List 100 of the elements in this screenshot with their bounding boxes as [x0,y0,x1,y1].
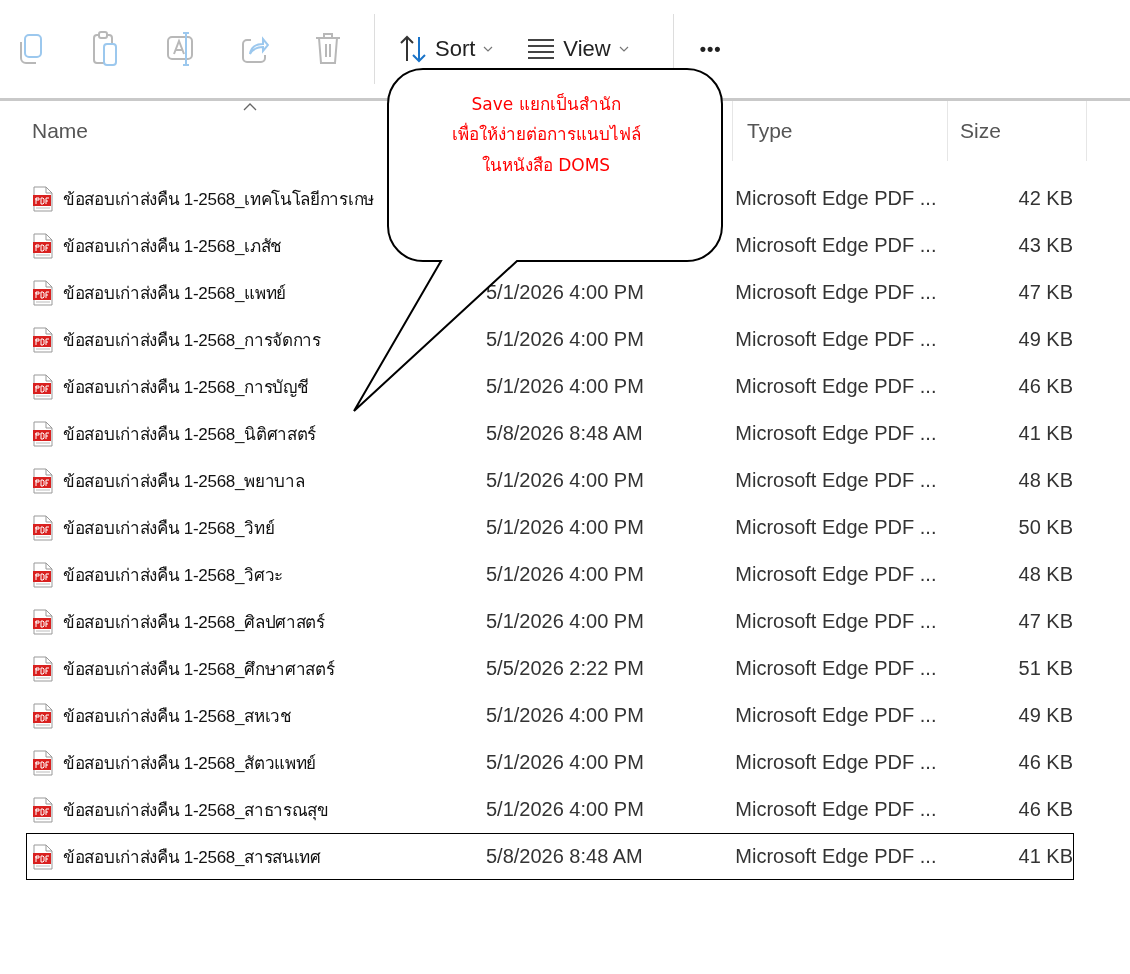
file-name: ข้อสอบเก่าส่งคืน 1-2568_สารสนเทศ [63,847,321,869]
file-type: Microsoft Edge PDF ... [735,469,938,492]
file-name: ข้อสอบเก่าส่งคืน 1-2568_ศิลปศาสตร์ [63,612,325,634]
caret-icon [483,45,494,53]
file-row[interactable]: ข้อสอบเก่าส่งคืน 1-2568_ศิลปศาสตร์ 5/1/2026 4:00 PM Microsoft Edge PDF ... 47 KB [26,598,1074,645]
more-button[interactable]: ••• [687,32,734,66]
file-size: 41 KB [1017,422,1073,445]
file-type: Microsoft Edge PDF ... [735,751,938,774]
pdf-file-icon [33,561,53,588]
file-size: 49 KB [1017,328,1073,351]
file-size: 50 KB [1017,516,1073,539]
file-name: ข้อสอบเก่าส่งคืน 1-2568_เทคโนโลยีการเกษ [63,188,374,211]
pdf-file-icon [33,279,53,306]
file-type: Microsoft Edge PDF ... [735,422,938,445]
pdf-file-icon [33,843,53,870]
file-size: 43 KB [1017,234,1073,257]
file-row[interactable]: ข้อสอบเก่าส่งคืน 1-2568_ศึกษาศาสตร์ 5/5/2026 2:22 PM Microsoft Edge PDF ... 51 KB [26,645,1074,692]
date-modified: 5/8/2026 8:48 AM [485,422,644,445]
file-row[interactable]: ข้อสอบเก่าส่งคืน 1-2568_นิติศาสตร์ 5/8/2026 8:48 AM Microsoft Edge PDF ... 41 KB [26,410,1074,457]
file-name: ข้อสอบเก่าส่งคืน 1-2568_เภสัช [63,236,282,258]
pdf-file-icon [33,467,53,494]
date-modified: 5/1/2026 4:00 PM [485,798,645,821]
file-type: Microsoft Edge PDF ... [735,845,938,868]
file-size: 47 KB [1017,610,1073,633]
file-row[interactable]: ข้อสอบเก่าส่งคืน 1-2568_การจัดการ 5/1/2026 4:00 PM Microsoft Edge PDF ... 49 KB [26,316,1074,363]
file-name: ข้อสอบเก่าส่งคืน 1-2568_สาธารณสุข [63,800,329,823]
date-modified: 5/1/2026 4:00 PM [485,469,645,492]
file-size: 48 KB [1017,563,1073,586]
file-row[interactable]: ข้อสอบเก่าส่งคืน 1-2568_พยาบาล 5/1/2026 4:00 PM Microsoft Edge PDF ... 48 KB [26,457,1074,504]
pdf-file-icon [33,514,53,541]
date-modified: 5/1/2026 4:00 PM [485,328,645,351]
file-name: ข้อสอบเก่าส่งคืน 1-2568_แพทย์ [63,283,286,305]
file-name: ข้อสอบเก่าส่งคืน 1-2568_นิติศาสตร์ [63,424,316,446]
file-name: ข้อสอบเก่าส่งคืน 1-2568_วิทย์ [63,518,275,540]
view-button[interactable]: View [517,30,639,68]
file-name: ข้อสอบเก่าส่งคืน 1-2568_พยาบาล [63,471,305,493]
date-modified: 5/1/2026 4:00 PM [485,563,645,586]
sort-icon [399,33,427,65]
date-modified: 5/1/2026 4:00 PM [485,704,645,727]
file-type: Microsoft Edge PDF ... [735,563,938,586]
file-type: Microsoft Edge PDF ... [735,187,938,210]
file-type: Microsoft Edge PDF ... [735,328,938,351]
file-size: 46 KB [1017,375,1073,398]
callout-text: ในหนังสือ DOMS [481,154,611,176]
file-type: Microsoft Edge PDF ... [735,375,938,398]
file-type: Microsoft Edge PDF ... [735,234,938,257]
date-modified: 5/1/2026 4:00 PM [485,516,645,539]
file-size: 46 KB [1017,798,1073,821]
file-row[interactable]: ข้อสอบเก่าส่งคืน 1-2568_สาธารณสุข 5/1/2026 4:00 PM Microsoft Edge PDF ... 46 KB [26,786,1074,833]
caret-icon [618,45,629,53]
file-row[interactable]: ข้อสอบเก่าส่งคืน 1-2568_สารสนเทศ 5/8/2026 8:48 AM Microsoft Edge PDF ... 41 KB [26,833,1074,880]
pdf-file-icon [33,420,53,447]
file-type: Microsoft Edge PDF ... [735,798,938,821]
sort-button[interactable]: Sort [389,27,504,71]
pdf-file-icon [33,185,53,212]
pdf-file-icon [33,608,53,635]
callout-text: เพื่อให้ง่ายต่อการแนบไฟล์ [451,124,641,145]
file-name: ข้อสอบเก่าส่งคืน 1-2568_วิศวะ [63,565,283,587]
file-row[interactable]: ข้อสอบเก่าส่งคืน 1-2568_เทคโนโลยีการเกษ Microsoft Edge PDF ... 42 KB [26,175,1074,222]
file-name: ข้อสอบเก่าส่งคืน 1-2568_ศึกษาศาสตร์ [63,659,335,681]
date-modified: 5/8/2026 8:48 AM [485,845,644,868]
column-header[interactable]: Name [0,101,282,161]
sort-ascending-icon [243,103,257,111]
file-size: 41 KB [1017,845,1073,868]
pdf-file-icon [33,702,53,729]
file-size: 42 KB [1017,187,1073,210]
file-name: ข้อสอบเก่าส่งคืน 1-2568_สหเวช [63,706,292,728]
file-row[interactable]: ข้อสอบเก่าส่งคืน 1-2568_สัตวแพทย์ 5/1/2026 4:00 PM Microsoft Edge PDF ... 46 KB [26,739,1074,786]
file-row[interactable]: ข้อสอบเก่าส่งคืน 1-2568_แพทย์ 5/1/2026 4:00 PM Microsoft Edge PDF ... 47 KB [26,269,1074,316]
file-size: 51 KB [1017,657,1073,680]
file-type: Microsoft Edge PDF ... [735,610,938,633]
date-modified: 5/1/2026 4:00 PM [485,751,645,774]
date-modified: 5/1/2026 4:00 PM [485,375,645,398]
pdf-file-icon [33,796,53,823]
pdf-file-icon [33,655,53,682]
callout-text: Save แยกเป็นสำนัก [471,94,621,115]
file-row[interactable]: ข้อสอบเก่าส่งคืน 1-2568_สหเวช 5/1/2026 4:00 PM Microsoft Edge PDF ... 49 KB [26,692,1074,739]
rename-icon [165,30,195,68]
file-row[interactable]: ข้อสอบเก่าส่งคืน 1-2568_เภสัช Microsoft Edge PDF ... 43 KB [26,222,1074,269]
file-row[interactable]: ข้อสอบเก่าส่งคืน 1-2568_การบัญชี 5/1/2026 4:00 PM Microsoft Edge PDF ... 46 KB [26,363,1074,410]
file-name: ข้อสอบเก่าส่งคืน 1-2568_การจัดการ [63,330,321,352]
column-header[interactable]: Type [732,101,948,161]
pdf-file-icon [33,749,53,776]
file-size: 48 KB [1017,469,1073,492]
file-type: Microsoft Edge PDF ... [735,281,938,304]
pdf-file-icon [33,373,53,400]
file-type: Microsoft Edge PDF ... [735,657,938,680]
pdf-file-icon [33,326,53,353]
column-header[interactable]: Size [948,101,1087,161]
file-row[interactable]: ข้อสอบเก่าส่งคืน 1-2568_วิศวะ 5/1/2026 4:00 PM Microsoft Edge PDF ... 48 KB [26,551,1074,598]
file-type: Microsoft Edge PDF ... [735,516,938,539]
file-row[interactable]: ข้อสอบเก่าส่งคืน 1-2568_วิทย์ 5/1/2026 4:00 PM Microsoft Edge PDF ... 50 KB [26,504,1074,551]
file-size: 46 KB [1017,751,1073,774]
file-type: Microsoft Edge PDF ... [735,704,938,727]
file-name: ข้อสอบเก่าส่งคืน 1-2568_การบัญชี [63,377,309,399]
file-size: 47 KB [1017,281,1073,304]
date-modified: 5/1/2026 4:00 PM [485,610,645,633]
lines-icon [527,37,556,61]
pdf-file-icon [33,232,53,259]
file-size: 49 KB [1017,704,1073,727]
